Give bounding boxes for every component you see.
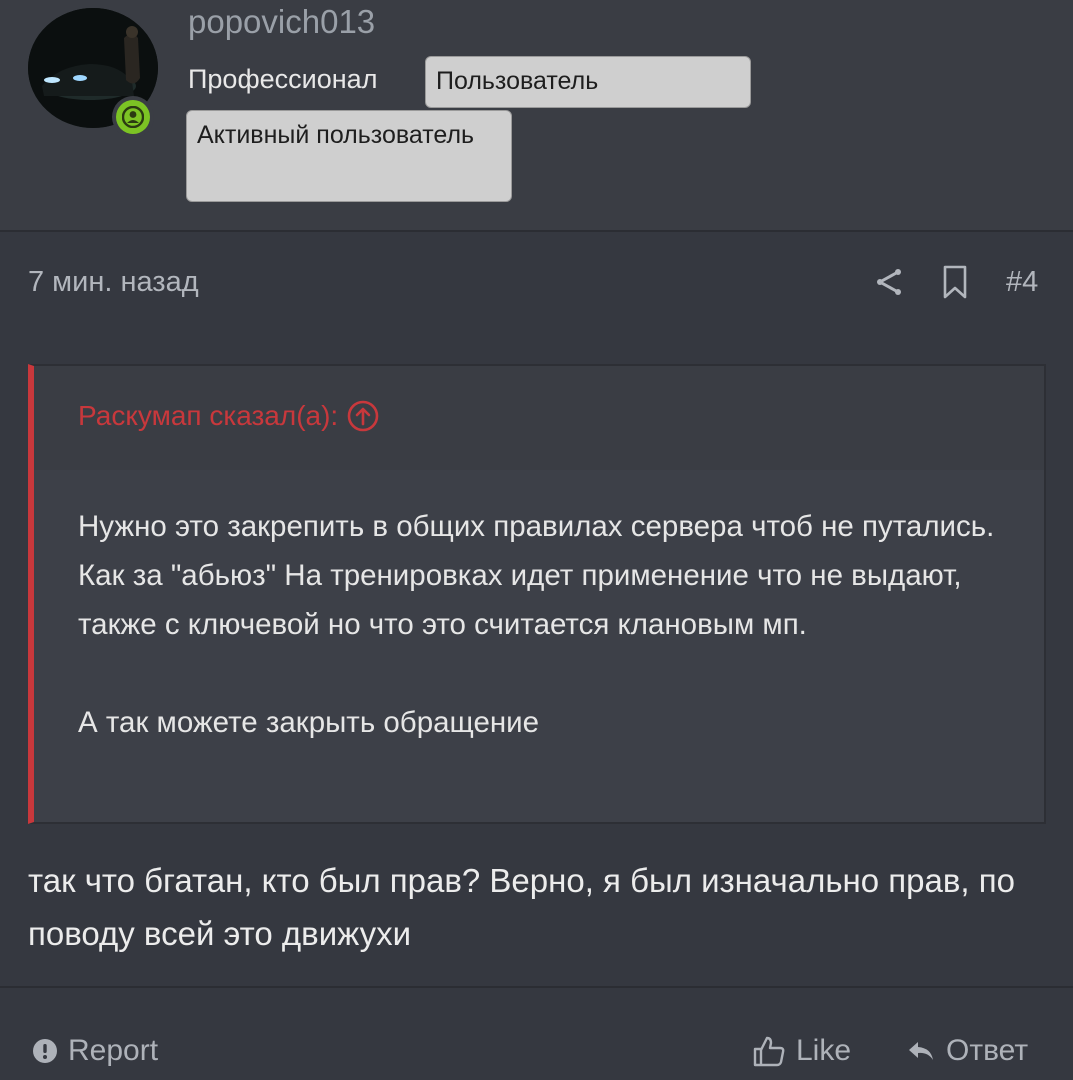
user-rank: Профессионал	[188, 64, 378, 94]
post-body: так что бгатан, кто был прав? Верно, я б…	[28, 862, 1015, 952]
badge-user: Пользователь	[425, 56, 751, 108]
reply-label: Ответ	[946, 1034, 1029, 1067]
user-header: popovich013 Профессионал Пользователь Ак…	[0, 0, 1073, 232]
report-button[interactable]: Report	[32, 1032, 158, 1070]
thumbs-up-icon	[752, 1034, 786, 1068]
arrow-up-circle-icon[interactable]	[346, 399, 380, 433]
quote-paragraph: Нужно это закрепить в общих правилах сер…	[78, 510, 995, 641]
divider	[0, 986, 1073, 988]
like-button[interactable]: Like	[752, 1032, 851, 1070]
report-label: Report	[68, 1034, 159, 1067]
user-online-icon	[116, 100, 150, 134]
badge-active-user: Активный пользователь	[186, 110, 512, 202]
like-label: Like	[796, 1034, 852, 1067]
online-status	[112, 96, 154, 138]
post-number[interactable]: #4	[1006, 264, 1038, 300]
alert-circle-icon	[32, 1038, 58, 1064]
quote-author[interactable]: Раскумап сказал(а):	[78, 398, 380, 434]
quote-paragraph: А так можете закрыть обращение	[78, 706, 540, 739]
bookmark-icon[interactable]	[940, 264, 970, 305]
quote-block: Раскумап сказал(а): Нужно это закрепить …	[28, 364, 1046, 824]
quote-header: Раскумап сказал(а):	[34, 366, 1044, 470]
quote-author-label: Раскумап сказал(а):	[78, 400, 339, 431]
share-icon[interactable]	[872, 264, 904, 305]
post-timestamp[interactable]: 7 мин. назад	[28, 264, 199, 300]
reply-button[interactable]: Ответ	[906, 1032, 1028, 1070]
reply-arrow-icon	[906, 1038, 936, 1064]
quote-body: Нужно это закрепить в общих правилах сер…	[78, 502, 1008, 747]
username[interactable]: popovich013	[188, 2, 375, 42]
post-meta: 7 мин. назад #4	[0, 250, 1073, 314]
post-actions: Report Like Ответ	[0, 1024, 1073, 1080]
